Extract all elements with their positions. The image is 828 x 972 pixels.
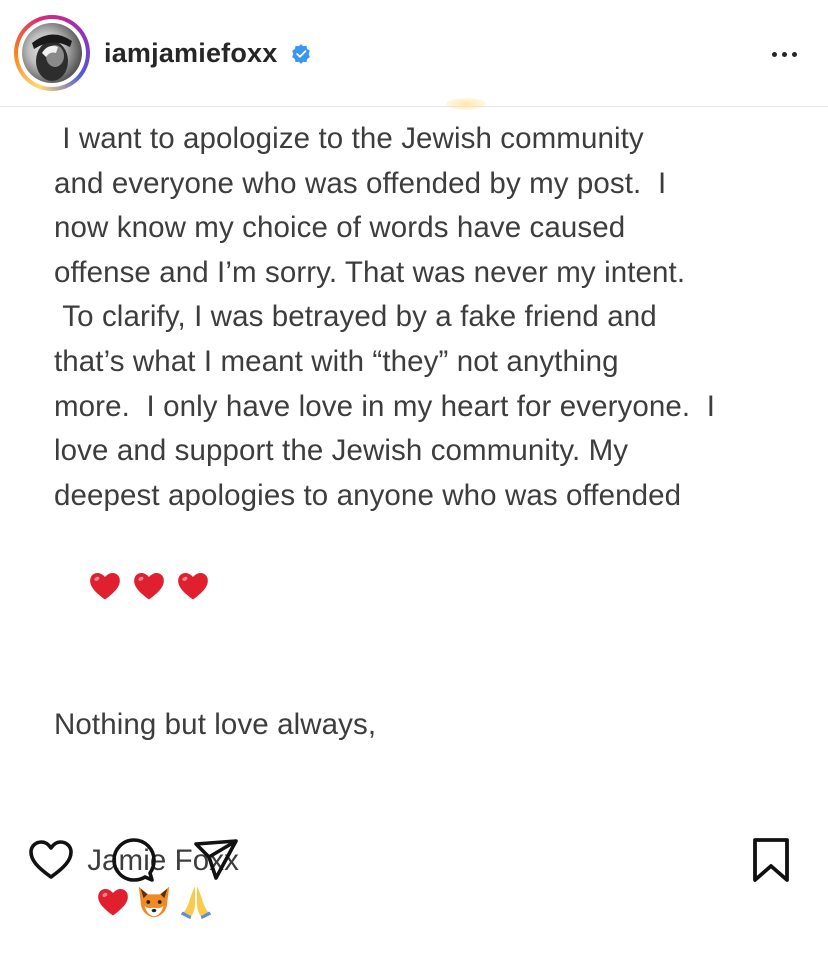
caption-line: now know my choice of words have caused	[54, 211, 626, 245]
save-button[interactable]	[747, 836, 795, 884]
avatar[interactable]	[22, 23, 82, 83]
story-ring[interactable]	[14, 15, 90, 91]
heart-outline-icon	[29, 840, 73, 879]
red-heart-emoji	[90, 572, 121, 600]
caption-line: love and support the Jewish community. M…	[54, 434, 629, 468]
like-button[interactable]	[27, 836, 75, 884]
image-edge-glow	[446, 98, 486, 110]
caption-line: that’s what I meant with “they” not anyt…	[54, 344, 619, 378]
post-header: iamjamiefoxx	[0, 0, 828, 107]
red-heart-emoji	[178, 572, 209, 600]
verified-badge-icon	[292, 44, 310, 64]
action-bar	[0, 826, 828, 889]
more-horizontal-icon	[771, 51, 777, 57]
red-heart-emoji	[98, 889, 129, 916]
heart-emoji-line	[54, 518, 794, 656]
caption-line: I want to apologize to the Jewish commun…	[54, 122, 644, 155]
caption-line: To clarify, I was betrayed by a fake fri…	[54, 300, 657, 334]
more-options-button[interactable]	[762, 40, 806, 68]
comment-button[interactable]	[109, 836, 157, 884]
red-heart-emoji	[134, 572, 165, 600]
caption-line: deepest apologies to anyone who was offe…	[54, 478, 682, 512]
closing-line: Nothing but love always,	[54, 707, 377, 741]
caption-line: and everyone who was offended by my post…	[54, 166, 667, 200]
bookmark-icon	[753, 838, 789, 882]
caption-line: offense and I’m sorry. That was never my…	[54, 255, 686, 289]
comment-icon	[112, 838, 156, 882]
username[interactable]: iamjamiefoxx	[104, 36, 277, 70]
send-icon	[194, 839, 238, 880]
caption-line: more. I only have love in my heart for e…	[54, 389, 716, 423]
share-button[interactable]	[192, 836, 240, 884]
